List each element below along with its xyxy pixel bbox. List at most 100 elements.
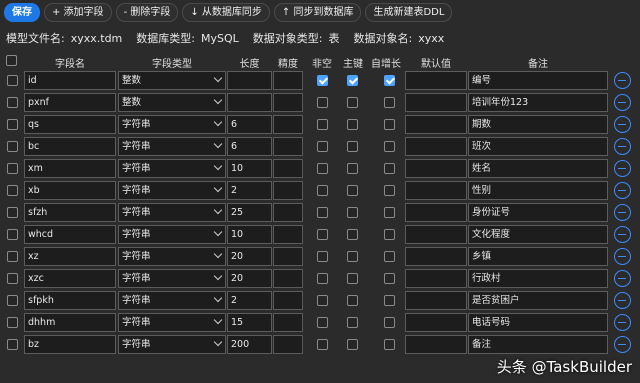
autoinc-checkbox[interactable]: [384, 75, 395, 86]
field-comment-input[interactable]: 期数: [468, 115, 608, 134]
notnull-checkbox[interactable]: [317, 97, 328, 108]
field-length-input[interactable]: 20: [227, 269, 272, 288]
field-type-select[interactable]: 字符串: [118, 291, 226, 310]
notnull-checkbox[interactable]: [317, 251, 328, 262]
field-comment-input[interactable]: 行政村: [468, 269, 608, 288]
field-type-select[interactable]: 字符串: [118, 115, 226, 134]
field-length-input[interactable]: 2: [227, 291, 272, 310]
field-comment-input[interactable]: 培训年份123: [468, 93, 608, 112]
field-precision-input[interactable]: [273, 203, 303, 222]
autoinc-checkbox[interactable]: [384, 141, 395, 152]
row-select-checkbox[interactable]: [7, 119, 18, 130]
field-precision-input[interactable]: [273, 225, 303, 244]
row-select-checkbox[interactable]: [7, 251, 18, 262]
field-name-input[interactable]: xzc: [24, 269, 116, 288]
field-precision-input[interactable]: [273, 115, 303, 134]
field-comment-input[interactable]: 备注: [468, 335, 608, 354]
notnull-checkbox[interactable]: [317, 295, 328, 306]
field-comment-input[interactable]: 乡镇: [468, 247, 608, 266]
generate-ddl-button[interactable]: 生成新建表DDL: [365, 3, 453, 22]
row-select-checkbox[interactable]: [7, 97, 18, 108]
field-name-input[interactable]: sfzh: [24, 203, 116, 222]
notnull-checkbox[interactable]: [317, 163, 328, 174]
field-type-select[interactable]: 整数: [118, 71, 226, 90]
field-precision-input[interactable]: [273, 335, 303, 354]
field-name-input[interactable]: xz: [24, 247, 116, 266]
notnull-checkbox[interactable]: [317, 229, 328, 240]
pk-checkbox[interactable]: [347, 229, 358, 240]
add-field-button[interactable]: + 添加字段: [44, 3, 112, 22]
field-type-select[interactable]: 字符串: [118, 137, 226, 156]
field-length-input[interactable]: [227, 71, 272, 90]
field-comment-input[interactable]: 姓名: [468, 159, 608, 178]
field-length-input[interactable]: 10: [227, 159, 272, 178]
minus-circle-icon[interactable]: [614, 204, 631, 221]
sync-from-db-button[interactable]: ↓ 从数据库同步: [182, 3, 270, 22]
autoinc-checkbox[interactable]: [384, 295, 395, 306]
field-name-input[interactable]: xm: [24, 159, 116, 178]
minus-circle-icon[interactable]: [614, 182, 631, 199]
notnull-checkbox[interactable]: [317, 207, 328, 218]
field-precision-input[interactable]: [273, 291, 303, 310]
field-type-select[interactable]: 字符串: [118, 335, 226, 354]
field-default-input[interactable]: [405, 93, 467, 112]
field-precision-input[interactable]: [273, 93, 303, 112]
row-select-checkbox[interactable]: [7, 75, 18, 86]
pk-checkbox[interactable]: [347, 97, 358, 108]
minus-circle-icon[interactable]: [614, 336, 631, 353]
pk-checkbox[interactable]: [347, 273, 358, 284]
field-type-select[interactable]: 字符串: [118, 247, 226, 266]
pk-checkbox[interactable]: [347, 75, 358, 86]
notnull-checkbox[interactable]: [317, 273, 328, 284]
field-default-input[interactable]: [405, 291, 467, 310]
field-comment-input[interactable]: 编号: [468, 71, 608, 90]
row-select-checkbox[interactable]: [7, 207, 18, 218]
minus-circle-icon[interactable]: [614, 160, 631, 177]
pk-checkbox[interactable]: [347, 163, 358, 174]
field-length-input[interactable]: 15: [227, 313, 272, 332]
row-select-checkbox[interactable]: [7, 295, 18, 306]
field-precision-input[interactable]: [273, 181, 303, 200]
field-default-input[interactable]: [405, 225, 467, 244]
pk-checkbox[interactable]: [347, 295, 358, 306]
field-precision-input[interactable]: [273, 313, 303, 332]
field-name-input[interactable]: sfpkh: [24, 291, 116, 310]
field-precision-input[interactable]: [273, 137, 303, 156]
row-select-checkbox[interactable]: [7, 185, 18, 196]
delete-field-button[interactable]: - 删除字段: [115, 3, 179, 22]
field-length-input[interactable]: 6: [227, 115, 272, 134]
notnull-checkbox[interactable]: [317, 141, 328, 152]
minus-circle-icon[interactable]: [614, 72, 631, 89]
field-length-input[interactable]: [227, 93, 272, 112]
field-default-input[interactable]: [405, 269, 467, 288]
field-name-input[interactable]: bz: [24, 335, 116, 354]
field-length-input[interactable]: 10: [227, 225, 272, 244]
field-name-input[interactable]: whcd: [24, 225, 116, 244]
field-type-select[interactable]: 字符串: [118, 225, 226, 244]
field-type-select[interactable]: 字符串: [118, 203, 226, 222]
notnull-checkbox[interactable]: [317, 119, 328, 130]
field-default-input[interactable]: [405, 71, 467, 90]
field-length-input[interactable]: 200: [227, 335, 272, 354]
row-select-checkbox[interactable]: [7, 339, 18, 350]
field-length-input[interactable]: 2: [227, 181, 272, 200]
field-default-input[interactable]: [405, 247, 467, 266]
field-default-input[interactable]: [405, 115, 467, 134]
field-comment-input[interactable]: 是否贫困户: [468, 291, 608, 310]
field-type-select[interactable]: 字符串: [118, 269, 226, 288]
field-default-input[interactable]: [405, 159, 467, 178]
field-comment-input[interactable]: 性别: [468, 181, 608, 200]
row-select-checkbox[interactable]: [7, 141, 18, 152]
field-type-select[interactable]: 整数: [118, 93, 226, 112]
field-length-input[interactable]: 6: [227, 137, 272, 156]
field-name-input[interactable]: id: [24, 71, 116, 90]
field-default-input[interactable]: [405, 203, 467, 222]
notnull-checkbox[interactable]: [317, 339, 328, 350]
field-precision-input[interactable]: [273, 159, 303, 178]
field-type-select[interactable]: 字符串: [118, 159, 226, 178]
field-precision-input[interactable]: [273, 71, 303, 90]
field-default-input[interactable]: [405, 137, 467, 156]
minus-circle-icon[interactable]: [614, 116, 631, 133]
save-button[interactable]: 保存: [4, 3, 40, 22]
autoinc-checkbox[interactable]: [384, 97, 395, 108]
